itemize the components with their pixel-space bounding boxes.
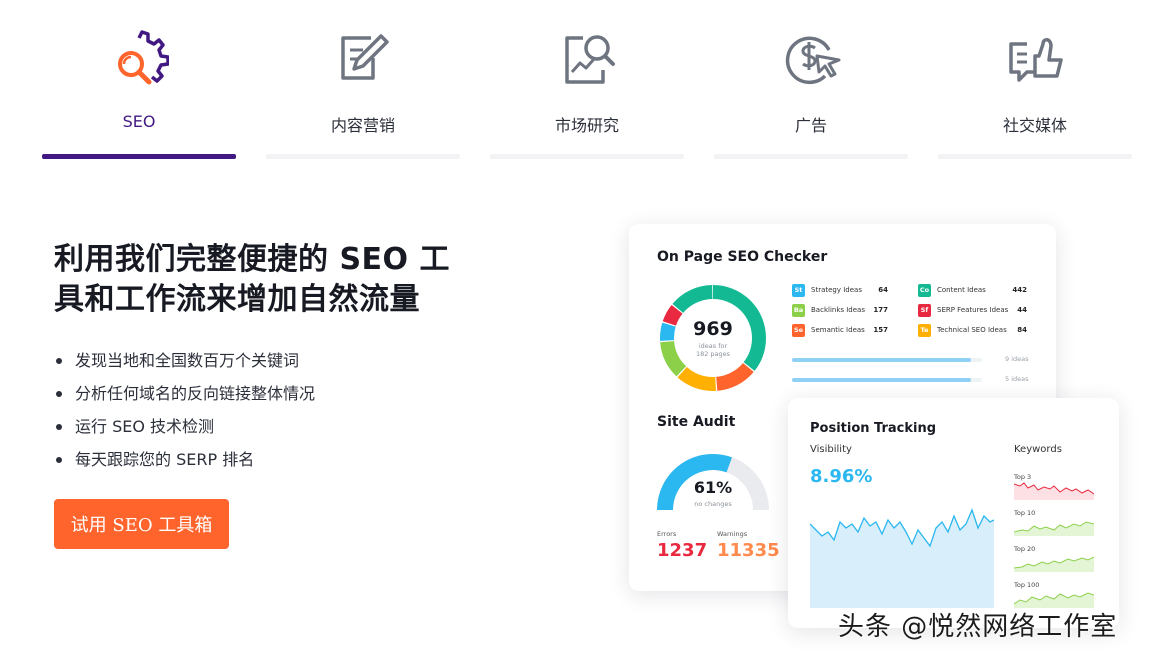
audit-caption: no changes — [694, 500, 732, 508]
visibility-label: Visibility — [810, 444, 852, 455]
tab-advertising[interactable]: 广告 — [714, 0, 908, 162]
progress-fill — [792, 378, 971, 382]
idea-value: 442 — [1012, 286, 1027, 294]
list-item: 每天跟踪您的 SERP 排名 — [54, 443, 315, 476]
idea-name: Backlinks Ideas — [811, 306, 865, 314]
idea-value: 64 — [878, 286, 888, 294]
idea-row-serp-features: Sf SERP Features Ideas 44 — [918, 304, 1027, 318]
feature-list: 发现当地和全国数百万个关键词 分析任何域名的反向链接整体情况 运行 SEO 技术… — [54, 344, 315, 476]
tab-label: SEO — [122, 112, 156, 131]
idea-row-strategy: St Strategy Ideas 64 — [792, 284, 888, 298]
tab-label: 市场研究 — [554, 116, 619, 135]
idea-name: SERP Features Ideas — [937, 306, 1009, 314]
warnings-label: Warnings — [717, 530, 748, 538]
seo-gear-search-icon — [118, 30, 169, 85]
market-research-icon — [565, 35, 615, 84]
try-seo-toolkit-button[interactable]: 试用 SEO 工具箱 — [54, 499, 229, 549]
watermark: 头条 @悦然网络工作室 — [838, 612, 1118, 642]
list-item: 分析任何域名的反向链接整体情况 — [54, 377, 315, 410]
tier-sparkline-top20 — [1014, 556, 1094, 572]
progress-label: 9 ideas — [1005, 355, 1029, 363]
warnings-value: 11335 — [717, 540, 780, 561]
position-tracking-card: Position Tracking Visibility 8.96% Keywo… — [788, 398, 1119, 628]
keywords-label: Keywords — [1014, 444, 1062, 455]
tab-seo[interactable]: SEO — [42, 0, 236, 162]
tab-market-research[interactable]: 市场研究 — [490, 0, 684, 162]
visibility-value: 8.96% — [810, 466, 873, 487]
errors-value: 1237 — [657, 540, 708, 561]
donut-caption-line-1: ideas for — [698, 342, 728, 350]
tab-indicator — [938, 154, 1132, 159]
headline-line-2: 具和工作流来增加自然流量 — [54, 282, 420, 317]
edit-document-icon — [341, 34, 389, 80]
idea-row-backlinks: Ba Backlinks Ideas 177 — [792, 304, 888, 318]
idea-name: Content Ideas — [937, 286, 986, 294]
donut-caption-line-2: 182 pages — [695, 350, 731, 358]
donut-caption: ideas for 182 pages — [657, 342, 769, 358]
idea-value: 44 — [1017, 306, 1027, 314]
idea-row-content: Co Content Ideas 442 — [918, 284, 1027, 298]
idea-value: 84 — [1017, 326, 1027, 334]
list-item: 发现当地和全国数百万个关键词 — [54, 344, 315, 377]
errors-label: Errors — [657, 530, 677, 538]
on-page-title: On Page SEO Checker — [657, 249, 828, 265]
position-tracking-title: Position Tracking — [810, 421, 937, 436]
progress-track — [792, 378, 982, 382]
idea-row-semantic: Se Semantic Ideas 157 — [792, 324, 888, 338]
tab-label: 广告 — [794, 116, 827, 135]
idea-row-technical-seo: Te Technical SEO Ideas 84 — [918, 324, 1027, 338]
idea-name: Semantic Ideas — [811, 326, 865, 334]
idea-badge: St — [792, 284, 805, 297]
audit-percent: 61% — [693, 478, 733, 497]
tab-indicator — [714, 154, 908, 159]
idea-name: Technical SEO Ideas — [937, 326, 1007, 334]
idea-badge: Co — [918, 284, 931, 297]
hero-headline: 利用我们完整便捷的 SEO 工 具和工作流来增加自然流量 — [54, 240, 474, 320]
idea-name: Strategy Ideas — [811, 286, 862, 294]
dollar-cursor-icon — [785, 36, 841, 84]
tab-indicator — [266, 154, 460, 159]
donut-value: 969 — [693, 318, 733, 340]
visibility-line-chart — [810, 508, 994, 608]
tab-label: 社交媒体 — [1002, 116, 1067, 135]
progress-track — [792, 358, 982, 362]
progress-label: 5 ideas — [1005, 375, 1029, 383]
tier-sparkline-top100 — [1014, 592, 1094, 608]
idea-value: 157 — [873, 326, 888, 334]
tier-sparkline-top3 — [1014, 482, 1094, 500]
list-item: 运行 SEO 技术检测 — [54, 410, 315, 443]
idea-badge: Se — [792, 324, 805, 337]
social-thumbs-up-icon — [1009, 38, 1063, 82]
idea-value: 177 — [873, 306, 888, 314]
tab-label: 内容营销 — [330, 116, 395, 135]
progress-fill — [792, 358, 971, 362]
idea-badge: Sf — [918, 304, 931, 317]
idea-badge: Ba — [792, 304, 805, 317]
category-tabs: SEO 内容营销 市场研究 广告 社交媒体 — [42, 0, 1132, 162]
idea-badge: Te — [918, 324, 931, 337]
tab-social-media[interactable]: 社交媒体 — [938, 0, 1132, 162]
tab-indicator — [490, 154, 684, 159]
headline-line-1: 利用我们完整便捷的 SEO 工 — [54, 242, 450, 277]
tab-indicator — [42, 154, 236, 159]
tier-sparkline-top10 — [1014, 521, 1094, 536]
site-audit-title: Site Audit — [657, 414, 736, 430]
tab-content-marketing[interactable]: 内容营销 — [266, 0, 460, 162]
